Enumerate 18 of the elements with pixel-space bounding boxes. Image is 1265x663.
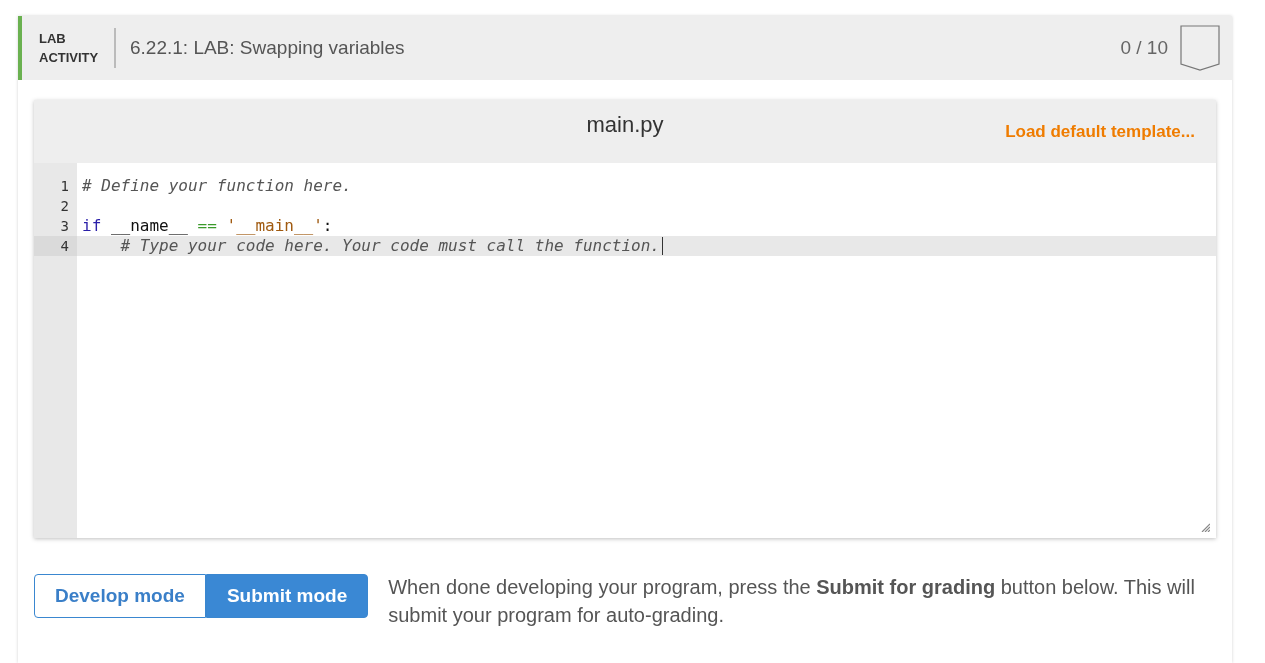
filename-title: main.py: [586, 111, 664, 138]
mode-toggle-button[interactable]: Develop mode: [34, 574, 206, 618]
line-number: 1: [60, 177, 69, 196]
resize-grip-icon[interactable]: [1201, 523, 1210, 532]
load-template-link[interactable]: Load default template...: [1005, 121, 1195, 142]
line-number: 2: [60, 197, 69, 216]
instructions-text: When done developing your program, press the Submit for grading button below. This will submit your program for auto-grading.: [388, 575, 1196, 628]
mode-toggle-button[interactable]: Submit mode: [205, 574, 369, 618]
line-number: 3: [60, 217, 69, 236]
activity-type-label: LAB ACTIVITY: [39, 30, 100, 67]
code-line: # Define your function here.: [82, 176, 352, 196]
score-text: 0 / 10: [1120, 35, 1168, 60]
activity-title: 6.22.1: LAB: Swapping variables: [130, 35, 405, 60]
code-line: if __name__ == '__main__':: [82, 216, 333, 236]
banner-icon: [1180, 25, 1220, 71]
code-line: # Type your code here. Your code must call the function.: [119, 236, 660, 256]
text-cursor: [661, 237, 663, 255]
line-number: 4: [60, 237, 69, 256]
